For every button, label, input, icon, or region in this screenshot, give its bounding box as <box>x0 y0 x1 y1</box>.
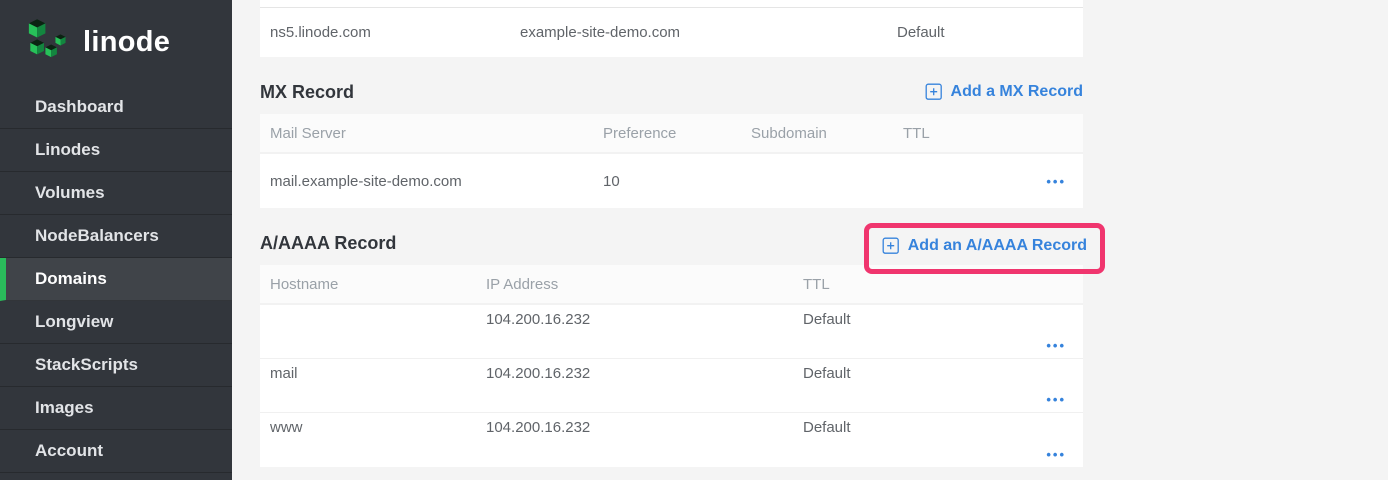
sidebar-item-volumes[interactable]: Volumes <box>0 172 232 215</box>
column-header-ip-address: IP Address <box>486 276 803 293</box>
subdomain-cell: example-site-demo.com <box>520 24 897 41</box>
sidebar: linode Dashboard Linodes Volumes NodeBal… <box>0 0 232 480</box>
sidebar-nav: Dashboard Linodes Volumes NodeBalancers … <box>0 86 232 473</box>
column-header-subdomain: Subdomain <box>751 125 903 142</box>
preference-cell: 10 <box>603 173 751 190</box>
ttl-cell: Default <box>803 419 1083 436</box>
a-section-title: A/AAAA Record <box>260 233 396 254</box>
column-header-mail-server: Mail Server <box>270 125 603 142</box>
mx-table-header: Mail Server Preference Subdomain TTL <box>260 114 1083 154</box>
a-section-header: A/AAAA Record Add an A/AAAA Record <box>260 208 1083 265</box>
ttl-cell: Default <box>803 311 1083 328</box>
sidebar-item-nodebalancers[interactable]: NodeBalancers <box>0 215 232 258</box>
sidebar-item-longview[interactable]: Longview <box>0 301 232 344</box>
sidebar-item-account[interactable]: Account <box>0 430 232 473</box>
linode-cubes-icon <box>26 16 72 70</box>
sidebar-item-images[interactable]: Images <box>0 387 232 430</box>
ip-address-cell: 104.200.16.232 <box>486 311 803 328</box>
hostname-cell: www <box>270 419 486 436</box>
table-row: mail 104.200.16.232 Default ••• <box>260 359 1083 413</box>
plus-square-icon <box>925 83 943 101</box>
highlight-annotation: Add an A/AAAA Record <box>864 223 1105 274</box>
row-actions-menu-button[interactable]: ••• <box>1046 175 1066 188</box>
mx-section-header: MX Record Add a MX Record <box>260 57 1083 114</box>
column-header-ttl: TTL <box>903 125 1083 142</box>
app-window: linode Dashboard Linodes Volumes NodeBal… <box>0 0 1388 480</box>
mx-section-title: MX Record <box>260 82 354 103</box>
add-a-aaaa-record-label: Add an A/AAAA Record <box>908 237 1087 255</box>
row-actions-menu-button[interactable]: ••• <box>1046 339 1066 352</box>
table-row: ns5.linode.com example-site-demo.com Def… <box>260 8 1083 56</box>
column-header-ttl: TTL <box>803 276 1083 293</box>
ns-record-table: ns5.linode.com example-site-demo.com Def… <box>260 0 1083 57</box>
sidebar-item-domains[interactable]: Domains <box>0 258 232 301</box>
mx-record-table: Mail Server Preference Subdomain TTL mai… <box>260 114 1083 208</box>
ttl-cell: Default <box>897 24 1083 41</box>
ip-address-cell: 104.200.16.232 <box>486 365 803 382</box>
hostname-cell: mail <box>270 365 486 382</box>
table-row: mail.example-site-demo.com 10 ••• <box>260 154 1083 208</box>
name-server-cell: ns5.linode.com <box>270 24 520 41</box>
column-header-preference: Preference <box>603 125 751 142</box>
add-a-aaaa-record-button[interactable]: Add an A/AAAA Record <box>882 237 1087 255</box>
column-header-hostname: Hostname <box>270 276 486 293</box>
a-aaaa-record-table: Hostname IP Address TTL 104.200.16.232 D… <box>260 265 1083 467</box>
linode-logo[interactable]: linode <box>0 0 232 72</box>
add-mx-record-label: Add a MX Record <box>951 83 1083 101</box>
brand-name: linode <box>83 26 170 59</box>
sidebar-item-dashboard[interactable]: Dashboard <box>0 86 232 129</box>
ttl-cell: Default <box>803 365 1083 382</box>
ip-address-cell: 104.200.16.232 <box>486 419 803 436</box>
main-content: ns5.linode.com example-site-demo.com Def… <box>232 0 1388 480</box>
plus-square-icon <box>882 237 900 255</box>
row-actions-menu-button[interactable]: ••• <box>1046 448 1066 461</box>
add-mx-record-button[interactable]: Add a MX Record <box>925 83 1083 101</box>
table-row-divider <box>260 0 1083 8</box>
mail-server-cell: mail.example-site-demo.com <box>270 173 603 190</box>
sidebar-item-linodes[interactable]: Linodes <box>0 129 232 172</box>
sidebar-item-stackscripts[interactable]: StackScripts <box>0 344 232 387</box>
table-row: 104.200.16.232 Default ••• <box>260 305 1083 359</box>
table-row: www 104.200.16.232 Default ••• <box>260 413 1083 467</box>
row-actions-menu-button[interactable]: ••• <box>1046 393 1066 406</box>
